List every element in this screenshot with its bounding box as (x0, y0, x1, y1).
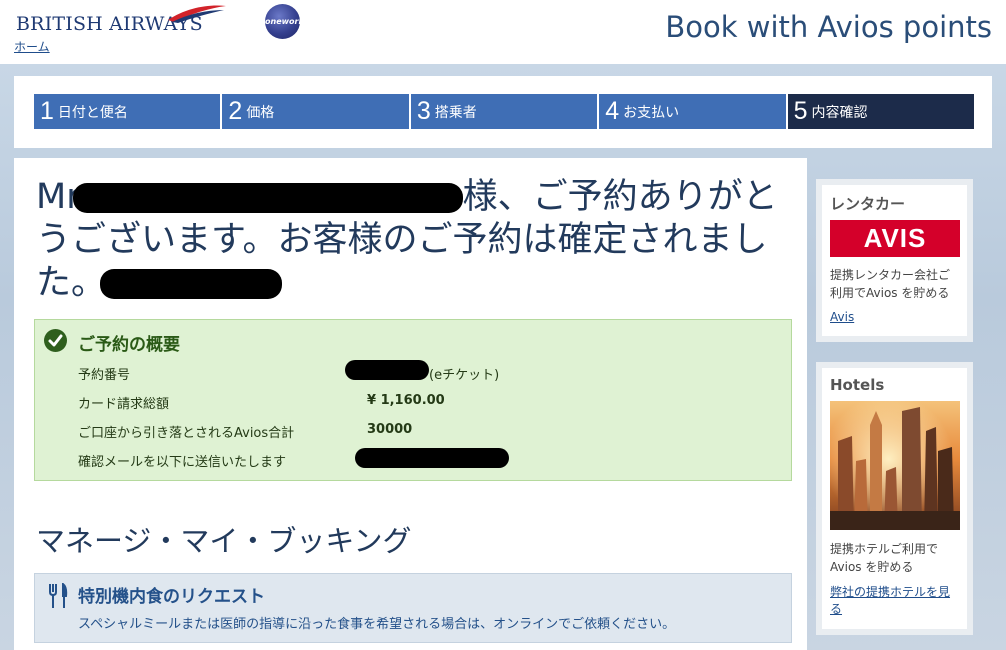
step-label: お支払い (623, 104, 680, 121)
step-label: 内容確認 (811, 104, 868, 121)
step-number: 4 (605, 97, 620, 125)
speedmarque-icon (168, 5, 226, 23)
step-dates-flights[interactable]: 1 日付と便名 (34, 94, 223, 129)
email-label: 確認メールを以下に送信いたします (78, 455, 287, 470)
card-total-label: カード請求総額 (78, 397, 170, 412)
step-confirmation: 5 内容確認 (787, 94, 975, 129)
avios-total-value: 30000 (367, 422, 413, 437)
redacted-text (100, 269, 283, 299)
redacted-booking-ref (345, 360, 429, 380)
summary-title: ご予約の概要 (78, 335, 180, 355)
car-rental-title: レンタカー (830, 195, 906, 213)
redacted-email (355, 448, 509, 468)
special-meal-description: スペシャルミールまたは医師の指導に沿った食事を希望される場合は、オンラインでご依… (78, 617, 676, 632)
hotels-title: Hotels (830, 376, 885, 394)
card-total-value: ¥ 1,160.00 (367, 393, 445, 408)
step-price[interactable]: 2 価格 (222, 94, 411, 129)
step-number: 2 (228, 97, 243, 125)
step-number: 5 (793, 97, 808, 125)
hotels-card: Hotels 提携ホテルご利用でAvios を貯める 弊社の提携ホテルを見る (816, 362, 973, 635)
booking-progress: 1 日付と便名 2 価格 3 搭乗者 4 お支払い 5 内容確認 (14, 76, 992, 148)
oneworld-logo: oneworld (265, 4, 307, 39)
main-content: Mr 様、ご予約ありがと うございます。お客様のご予約は確定されまし た。 ご予約の概… (14, 158, 807, 650)
step-passengers[interactable]: 3 搭乗者 (410, 94, 600, 129)
heading-line3: た。 (36, 263, 107, 303)
booking-ref-note: (eチケット) (429, 368, 500, 383)
booking-summary: ご予約の概要 予約番号 (eチケット) カード請求総額 ¥ 1,160.00 ご… (34, 319, 792, 481)
special-meal-title[interactable]: 特別機内食のリクエスト (78, 582, 265, 607)
step-label: 価格 (246, 104, 275, 121)
partner-hotels-link[interactable]: 弊社の提携ホテルを見る (830, 584, 960, 618)
checkmark-icon (44, 329, 67, 352)
progress-steps: 1 日付と便名 2 価格 3 搭乗者 4 お支払い 5 内容確認 (34, 94, 975, 129)
heading-line2: うございます。お客様のご予約は確定されまし (36, 220, 768, 260)
cutlery-icon (49, 583, 68, 608)
hotels-description: 提携ホテルご利用でAvios を貯める (830, 542, 939, 574)
manage-booking-title: マネージ・マイ・ブッキング (36, 524, 412, 558)
step-number: 1 (40, 97, 54, 125)
special-meal-request[interactable]: 特別機内食のリクエスト スペシャルミールまたは医師の指導に沿った食事を希望される… (34, 573, 792, 643)
car-rental-card: レンタカー AVIS 提携レンタカー会社ご利用でAvios を貯める Avis (816, 179, 973, 342)
redacted-name (72, 183, 463, 213)
step-number: 3 (416, 97, 431, 125)
home-link[interactable]: ホーム (14, 38, 50, 55)
page-title: Book with Avios points (665, 10, 992, 44)
step-label: 日付と便名 (57, 104, 128, 121)
step-payment[interactable]: 4 お支払い (599, 94, 788, 129)
avis-logo[interactable]: AVIS (830, 220, 960, 257)
site-header: BRITISH AIRWAYS ホーム oneworld Book with A… (0, 0, 1006, 64)
car-rental-description: 提携レンタカー会社ご利用でAvios を貯める (830, 268, 951, 300)
city-skyline-image[interactable] (830, 401, 960, 530)
step-label: 搭乗者 (434, 104, 477, 121)
heading-line1-suffix: 様、ご予約ありがと (462, 177, 778, 217)
avis-link[interactable]: Avis (830, 309, 960, 326)
avios-total-label: ご口座から引き落とされるAvios合計 (78, 426, 295, 441)
confirmation-heading: Mr 様、ご予約ありがと うございます。お客様のご予約は確定されまし た。 (36, 176, 796, 305)
booking-ref-label: 予約番号 (78, 368, 131, 383)
